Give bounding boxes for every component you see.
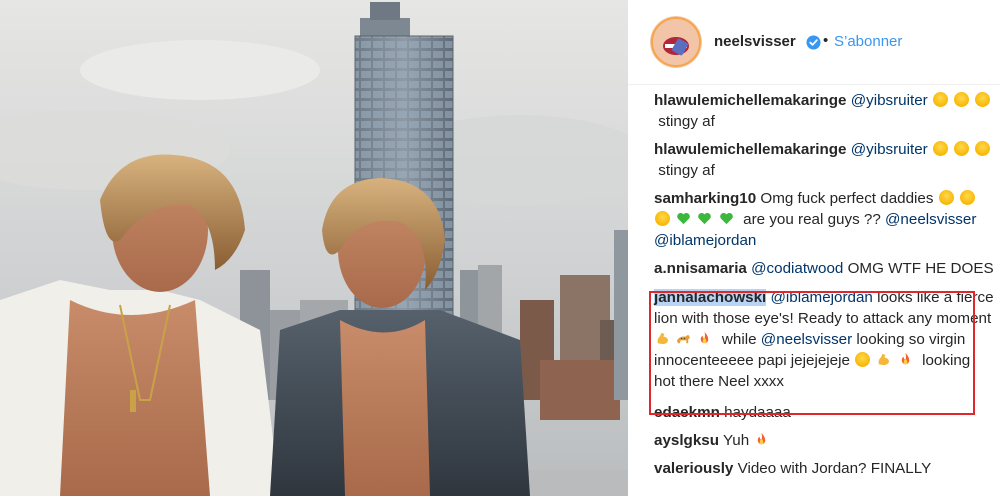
comment-item: ayslgksu Yuh — [654, 430, 994, 451]
comment-text: Yuh — [722, 432, 750, 449]
comment-text: are you real guys ?? — [743, 211, 881, 228]
green-heart-emoji-icon — [697, 211, 712, 226]
verified-badge-icon — [806, 35, 821, 50]
green-heart-emoji-icon — [719, 211, 734, 226]
comment-item-highlighted: jannalachowski @iblamejordan looks like … — [654, 287, 994, 392]
comment-username-selected[interactable]: jannalachowski — [654, 289, 767, 306]
post-sidebar: neelsvisser • S’abonner hlawulemichellem… — [628, 0, 1000, 496]
fire-emoji-icon — [697, 331, 712, 346]
muscle-emoji-icon — [876, 352, 891, 367]
comment-username[interactable]: hlawulemichellemakaringe — [654, 92, 846, 109]
fire-emoji-icon — [754, 432, 769, 447]
green-heart-emoji-icon — [676, 211, 691, 226]
comment-item: hlawulemichellemakaringe @yibsruiter sti… — [654, 90, 994, 132]
post-photo — [0, 0, 628, 496]
wink-emoji-icon — [855, 352, 871, 367]
comment-item: samharking10 Omg fuck perfect daddies ar… — [654, 188, 994, 251]
muscle-emoji-icon — [655, 331, 670, 346]
comment-item: edaekmn haydaaaa — [654, 402, 994, 423]
follow-button[interactable]: S’abonner — [834, 33, 902, 50]
comment-text: Video with Jordan? FINALLY — [737, 460, 932, 477]
laugh-emoji-icon — [954, 92, 970, 107]
comments-list: hlawulemichellemakaringe @yibsruiter sti… — [654, 90, 994, 486]
comment-username[interactable]: ayslgksu — [654, 432, 719, 449]
comment-mention[interactable]: @neelsvisser — [885, 211, 976, 228]
comment-text: stingy af — [658, 162, 715, 179]
comment-username[interactable]: edaekmn — [654, 404, 720, 421]
leopard-emoji-icon — [676, 331, 691, 346]
comment-mention[interactable]: @yibsruiter — [851, 141, 928, 158]
comment-mention[interactable]: @yibsruiter — [851, 92, 928, 109]
comment-username[interactable]: hlawulemichellemakaringe — [654, 141, 846, 158]
comment-text: haydaaaa — [724, 404, 791, 421]
comment-username[interactable]: valeriously — [654, 460, 733, 477]
comment-text: Omg fuck perfect daddies — [760, 190, 934, 207]
comment-mention[interactable]: @iblamejordan — [654, 232, 756, 249]
comment-text: while — [721, 331, 757, 348]
avatar[interactable] — [650, 16, 702, 68]
post-header: neelsvisser • S’abonner — [628, 0, 1000, 85]
comment-mention[interactable]: @neelsvisser — [761, 331, 852, 348]
comment-item: valeriously Video with Jordan? FINALLY — [654, 458, 994, 479]
laugh-emoji-icon — [932, 92, 948, 107]
laugh-emoji-icon — [655, 211, 670, 226]
comment-item: a.nnisamaria @codiatwood OMG WTF HE DOES — [654, 258, 994, 279]
comment-username[interactable]: a.nnisamaria — [654, 260, 747, 277]
comment-text: OMG WTF HE DOES — [847, 260, 994, 277]
fire-emoji-icon — [898, 352, 913, 367]
post-author-username[interactable]: neelsvisser — [714, 33, 796, 50]
laugh-emoji-icon — [975, 92, 991, 107]
laugh-emoji-icon — [932, 141, 948, 156]
comment-mention[interactable]: @codiatwood — [751, 260, 843, 277]
comment-item: hlawulemichellemakaringe @yibsruiter sti… — [654, 139, 994, 181]
comment-text: stingy af — [658, 113, 715, 130]
laugh-emoji-icon — [959, 190, 975, 205]
photo-image — [0, 0, 628, 496]
laugh-emoji-icon — [975, 141, 991, 156]
laugh-emoji-icon — [954, 141, 970, 156]
laugh-emoji-icon — [938, 190, 954, 205]
comment-mention[interactable]: @iblamejordan — [771, 289, 873, 306]
comment-username[interactable]: samharking10 — [654, 190, 756, 207]
separator-dot: • — [823, 32, 829, 49]
